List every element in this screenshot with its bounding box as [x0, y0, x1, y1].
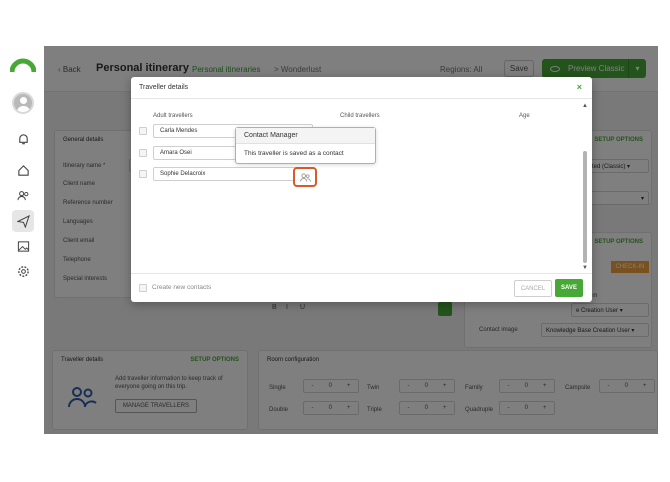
- close-icon[interactable]: ×: [577, 82, 582, 92]
- gear-icon[interactable]: [12, 260, 34, 282]
- contact-manager-button[interactable]: [293, 167, 317, 187]
- bell-icon[interactable]: [12, 128, 34, 150]
- home-icon[interactable]: [12, 159, 34, 181]
- users-icon[interactable]: [12, 184, 34, 206]
- cancel-button[interactable]: CANCEL: [514, 280, 552, 297]
- traveller-details-modal: Traveller details × Adult travellers Chi…: [131, 77, 592, 302]
- scroll-thumb[interactable]: [583, 151, 587, 263]
- age-header: Age: [519, 113, 530, 119]
- adult-travellers-header: Adult travellers: [153, 113, 193, 119]
- modal-scrollbar[interactable]: ▲ ▼: [581, 103, 589, 271]
- traveller-name-input[interactable]: Sophie Delacroix: [153, 167, 301, 181]
- app-logo[interactable]: [10, 58, 36, 72]
- traveller-checkbox[interactable]: [139, 170, 147, 178]
- create-contacts-label: Create new contacts: [152, 284, 212, 291]
- modal-title: Traveller details: [139, 84, 189, 91]
- modal-footer: Create new contacts CANCEL SAVE: [131, 273, 592, 302]
- contact-manager-popover: Contact Manager This traveller is saved …: [235, 127, 376, 164]
- modal-header: Traveller details ×: [131, 77, 592, 99]
- save-button[interactable]: SAVE: [555, 279, 583, 297]
- scroll-up-icon[interactable]: ▲: [582, 103, 588, 109]
- contact-user-icon: [299, 172, 311, 182]
- send-icon[interactable]: [12, 210, 34, 232]
- popover-message: This traveller is saved as a contact: [244, 150, 344, 157]
- traveller-checkbox[interactable]: [139, 149, 147, 157]
- image-icon[interactable]: [12, 235, 34, 257]
- traveller-checkbox[interactable]: [139, 127, 147, 135]
- scroll-down-icon[interactable]: ▼: [582, 265, 588, 271]
- create-contacts-checkbox[interactable]: [139, 284, 147, 292]
- left-sidebar: [0, 46, 44, 434]
- child-travellers-header: Child travellers: [340, 113, 380, 119]
- user-avatar[interactable]: [12, 92, 34, 114]
- popover-title: Contact Manager: [236, 128, 375, 144]
